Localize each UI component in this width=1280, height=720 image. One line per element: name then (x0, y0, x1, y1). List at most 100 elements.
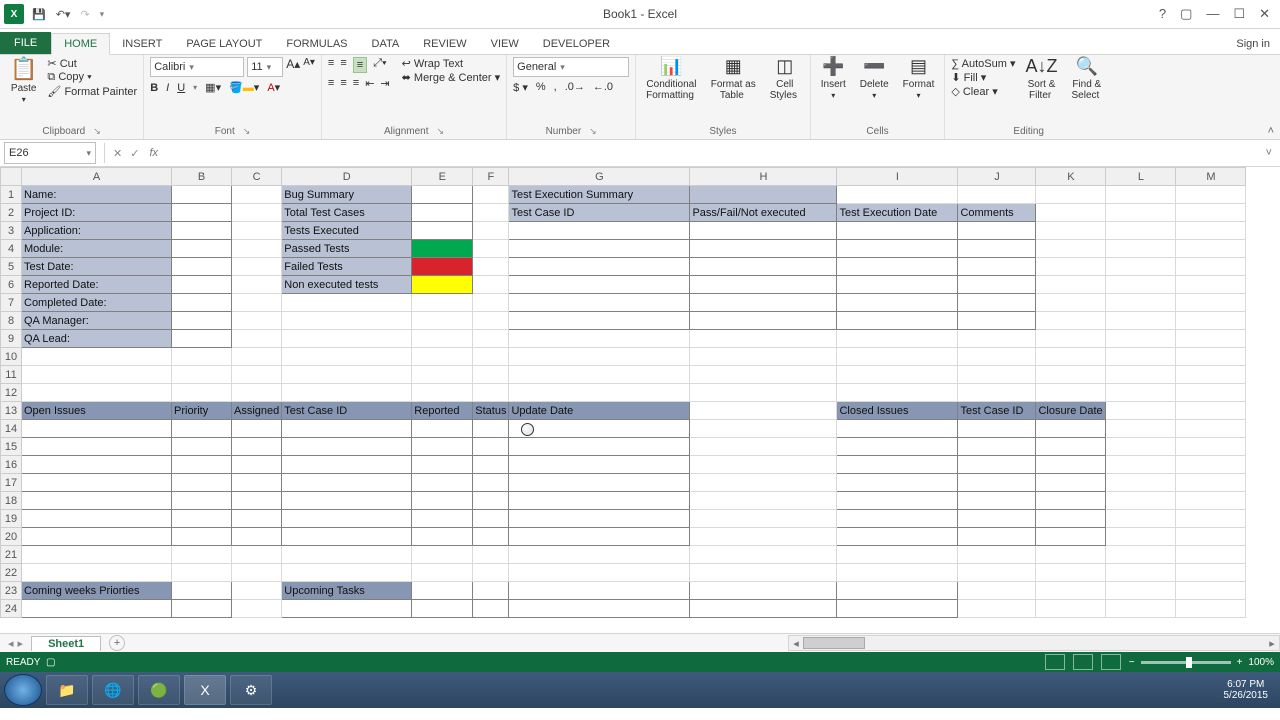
cell[interactable] (1106, 600, 1176, 618)
cancel-formula-icon[interactable]: ✕ (109, 147, 126, 160)
cell[interactable] (473, 348, 509, 366)
font-color-button[interactable]: A▾ (267, 81, 280, 94)
cell[interactable] (1106, 258, 1176, 276)
cell[interactable] (412, 312, 473, 330)
cell[interactable]: Test Date: (22, 258, 172, 276)
cell[interactable] (412, 510, 473, 528)
number-dialog-icon[interactable]: ↘ (589, 126, 597, 137)
cell[interactable] (473, 510, 509, 528)
cell[interactable] (282, 546, 412, 564)
currency-button[interactable]: $ ▾ (513, 81, 528, 94)
cell[interactable] (958, 384, 1036, 402)
insert-cells-button[interactable]: ➕Insert▾ (817, 57, 850, 101)
cell[interactable] (690, 402, 837, 420)
cell[interactable] (412, 600, 473, 618)
row-header[interactable]: 3 (1, 222, 22, 240)
cell[interactable] (172, 222, 232, 240)
cell[interactable] (690, 258, 837, 276)
cell[interactable] (232, 276, 282, 294)
undo-icon[interactable]: ↶▾ (56, 8, 71, 21)
font-name-select[interactable]: Calibri▾ (150, 57, 244, 77)
view-page-break-icon[interactable] (1101, 654, 1121, 670)
cell[interactable] (22, 384, 172, 402)
comma-button[interactable]: , (554, 81, 557, 94)
align-left-icon[interactable]: ≡ (328, 77, 334, 90)
cell[interactable] (690, 276, 837, 294)
cell[interactable] (837, 528, 958, 546)
cell[interactable] (837, 276, 958, 294)
cell[interactable] (509, 582, 690, 600)
cell[interactable] (1176, 204, 1246, 222)
font-size-select[interactable]: 11▾ (247, 57, 283, 77)
taskbar-app2[interactable]: ⚙ (230, 675, 272, 705)
cell[interactable] (1176, 330, 1246, 348)
scroll-thumb[interactable] (803, 637, 865, 649)
cell[interactable] (509, 294, 690, 312)
cell[interactable] (412, 546, 473, 564)
cell[interactable] (509, 330, 690, 348)
cell[interactable] (282, 420, 412, 438)
cell[interactable] (473, 222, 509, 240)
cell[interactable] (1176, 276, 1246, 294)
cell[interactable] (837, 312, 958, 330)
taskbar-app[interactable]: 🟢 (138, 675, 180, 705)
cell[interactable] (837, 294, 958, 312)
cell[interactable] (958, 420, 1036, 438)
formula-input[interactable] (164, 142, 1258, 164)
cell[interactable] (1106, 528, 1176, 546)
decrease-decimal-icon[interactable]: ←.0 (593, 81, 613, 94)
cell[interactable]: Project ID: (22, 204, 172, 222)
cell[interactable] (1036, 348, 1106, 366)
cell[interactable]: Open Issues (22, 402, 172, 420)
cell[interactable]: Application: (22, 222, 172, 240)
cell[interactable]: Priority (172, 402, 232, 420)
cell[interactable] (473, 582, 509, 600)
cell[interactable] (22, 456, 172, 474)
cell[interactable] (232, 438, 282, 456)
cell[interactable] (1176, 384, 1246, 402)
cell[interactable] (1176, 258, 1246, 276)
cell[interactable]: Non executed tests (282, 276, 412, 294)
cell[interactable] (1036, 330, 1106, 348)
grid[interactable]: ABCDEFGHIJKLM 1Name:Bug SummaryTest Exec… (0, 167, 1246, 618)
cell[interactable] (172, 528, 232, 546)
sign-in-link[interactable]: Sign in (1224, 34, 1280, 54)
cell[interactable] (232, 186, 282, 204)
cell[interactable] (412, 330, 473, 348)
cell[interactable] (837, 582, 958, 600)
cell[interactable] (958, 294, 1036, 312)
shrink-font-icon[interactable]: A▾ (303, 57, 315, 77)
cell[interactable] (232, 330, 282, 348)
cell[interactable] (172, 600, 232, 618)
italic-button[interactable]: I (166, 82, 169, 94)
cell[interactable] (232, 312, 282, 330)
cell[interactable] (412, 474, 473, 492)
number-format-select[interactable]: General▾ (513, 57, 629, 77)
cell[interactable]: Total Test Cases (282, 204, 412, 222)
cell[interactable] (1036, 294, 1106, 312)
cell[interactable] (473, 384, 509, 402)
cell[interactable] (1106, 564, 1176, 582)
cell[interactable] (1036, 564, 1106, 582)
cell-styles-button[interactable]: ◫Cell Styles (766, 57, 804, 101)
col-header[interactable]: H (690, 168, 837, 186)
cell[interactable] (690, 564, 837, 582)
cell[interactable] (958, 600, 1036, 618)
cell[interactable] (1106, 366, 1176, 384)
row-header[interactable]: 19 (1, 510, 22, 528)
cell[interactable] (1036, 186, 1106, 204)
font-dialog-icon[interactable]: ↘ (243, 126, 251, 137)
cell[interactable] (1036, 492, 1106, 510)
cell[interactable] (22, 564, 172, 582)
cell[interactable] (958, 510, 1036, 528)
cell[interactable] (172, 186, 232, 204)
save-icon[interactable]: 💾 (32, 8, 46, 21)
row-header[interactable]: 11 (1, 366, 22, 384)
cell[interactable] (473, 258, 509, 276)
row-header[interactable]: 16 (1, 456, 22, 474)
cell[interactable]: Passed Tests (282, 240, 412, 258)
cell[interactable] (1036, 384, 1106, 402)
cell[interactable] (1036, 438, 1106, 456)
cell[interactable] (509, 438, 690, 456)
cell[interactable] (1106, 510, 1176, 528)
